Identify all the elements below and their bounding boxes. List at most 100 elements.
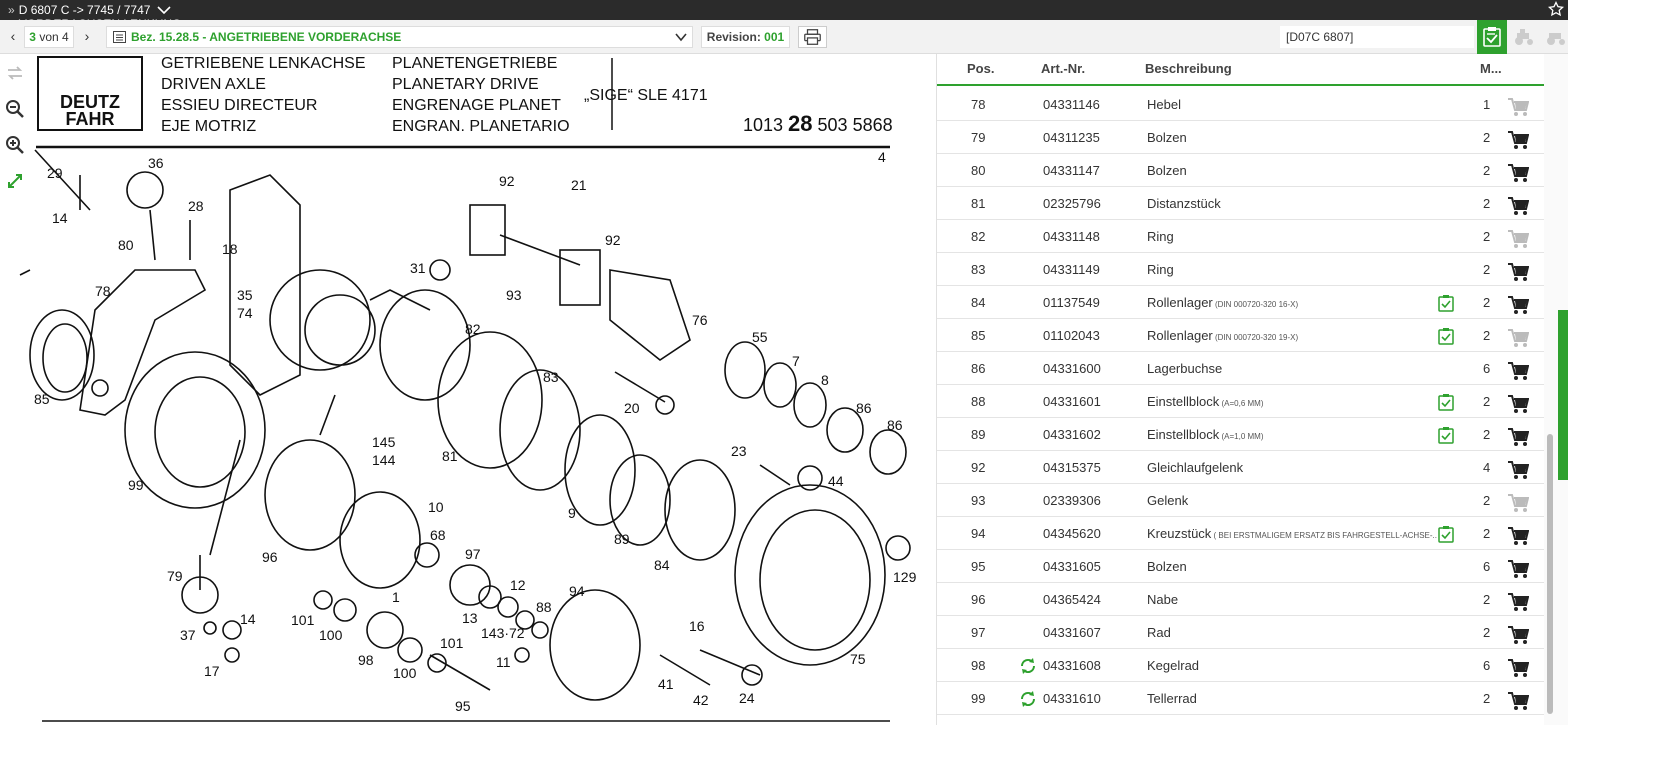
table-row[interactable]: 93 02339306 Gelenk 2: [937, 484, 1544, 517]
cart-icon[interactable]: [1507, 163, 1530, 183]
chevron-down-icon[interactable]: [55, 0, 71, 2]
callout-label[interactable]: 144: [372, 452, 396, 468]
callout-label[interactable]: 78: [95, 283, 111, 299]
callout-label[interactable]: 13: [462, 610, 478, 626]
row-article-number[interactable]: 02339306: [1043, 493, 1101, 508]
tractor-icon[interactable]: [1513, 26, 1535, 48]
callout-label[interactable]: 86: [887, 417, 903, 433]
callout-label[interactable]: 35: [237, 287, 253, 303]
callout-label[interactable]: 92: [605, 232, 621, 248]
cart-icon[interactable]: [1507, 295, 1530, 315]
cart-icon[interactable]: [1507, 526, 1530, 546]
callout-label[interactable]: 101: [440, 635, 464, 651]
row-article-number[interactable]: 04315375: [1043, 460, 1101, 475]
callout-label[interactable]: 18: [222, 241, 238, 257]
chevron-right-icon[interactable]: ›: [80, 28, 94, 44]
cart-icon[interactable]: [1507, 394, 1530, 414]
table-row[interactable]: 83 04331149 Ring 2: [937, 253, 1544, 286]
row-article-number[interactable]: 04331610: [1043, 691, 1101, 706]
cart-icon[interactable]: [1507, 658, 1530, 678]
table-row[interactable]: 81 02325796 Distanzstück 2: [937, 187, 1544, 220]
callout-label[interactable]: 11: [496, 654, 511, 670]
clipboard-check-icon[interactable]: [1437, 393, 1455, 411]
callout-label[interactable]: 20: [624, 400, 640, 416]
clipboard-check-icon[interactable]: [1437, 426, 1455, 444]
row-article-number[interactable]: 01102043: [1043, 328, 1100, 343]
callout-label[interactable]: 1: [392, 589, 400, 605]
row-article-number[interactable]: 04331148: [1043, 229, 1100, 244]
print-button[interactable]: [798, 26, 827, 48]
callout-label[interactable]: 85: [34, 391, 50, 407]
callout-label[interactable]: 100: [393, 665, 417, 681]
table-row[interactable]: 79 04311235 Bolzen 2: [937, 121, 1544, 154]
callout-label[interactable]: 92: [499, 173, 515, 189]
callout-label[interactable]: 42: [693, 692, 709, 708]
table-row[interactable]: 94 04345620 Kreuzstück ( BEI ERSTMALIGEM E…: [937, 517, 1544, 550]
callout-label[interactable]: 101: [291, 612, 315, 628]
clipboard-check-icon[interactable]: [1437, 294, 1455, 312]
sync-icon[interactable]: [1019, 690, 1037, 708]
table-row[interactable]: 82 04331148 Ring 2: [937, 220, 1544, 253]
header-qty[interactable]: M...: [1480, 61, 1502, 76]
clipboard-button[interactable]: [1477, 20, 1507, 54]
callout-label[interactable]: 31: [410, 260, 426, 276]
callout-label[interactable]: 80: [118, 237, 134, 253]
row-article-number[interactable]: 04365424: [1043, 592, 1101, 607]
callout-label[interactable]: 12: [510, 577, 526, 593]
callout-label[interactable]: 129: [893, 569, 917, 585]
chevron-down-icon[interactable]: [156, 4, 172, 16]
cart-icon[interactable]: [1507, 130, 1530, 150]
callout-label[interactable]: 7: [792, 353, 800, 369]
callout-label[interactable]: 99: [128, 477, 144, 493]
row-article-number[interactable]: 04331149: [1043, 262, 1100, 277]
header-art[interactable]: Art.-Nr.: [1041, 61, 1085, 76]
cart-icon[interactable]: [1507, 229, 1530, 249]
breadcrumb-item[interactable]: » D 6807 C -> 7745 / 7747: [8, 3, 203, 17]
sync-icon[interactable]: [1019, 657, 1037, 675]
callout-label[interactable]: 8: [821, 372, 829, 388]
callout-label[interactable]: 37: [180, 627, 196, 643]
table-row[interactable]: 88 04331601 Einstellblock (A=0,6 MM) 2: [937, 385, 1544, 418]
chevron-left-icon[interactable]: ‹: [6, 28, 20, 44]
callout-label[interactable]: 96: [262, 549, 278, 565]
tractor-icon[interactable]: [1545, 26, 1567, 48]
callout-label[interactable]: 10: [428, 499, 444, 515]
callout-label[interactable]: 55: [752, 329, 768, 345]
row-article-number[interactable]: 04311235: [1043, 130, 1100, 145]
callout-label[interactable]: 36: [148, 155, 164, 171]
callout-label[interactable]: 86: [856, 400, 872, 416]
table-row[interactable]: 99 04331610 Tellerrad 2: [937, 682, 1544, 715]
callout-label[interactable]: 16: [689, 618, 705, 634]
callout-label[interactable]: 89: [614, 531, 630, 547]
row-article-number[interactable]: 02325796: [1043, 196, 1101, 211]
cart-icon[interactable]: [1507, 460, 1530, 480]
side-panel-tab[interactable]: [1558, 310, 1568, 480]
table-row[interactable]: 80 04331147 Bolzen 2: [937, 154, 1544, 187]
callout-label[interactable]: 24: [739, 690, 755, 706]
row-article-number[interactable]: 04331602: [1043, 427, 1101, 442]
row-article-number[interactable]: 04345620: [1043, 526, 1101, 541]
callout-label[interactable]: 74: [237, 305, 253, 321]
table-row[interactable]: 97 04331607 Rad 2: [937, 616, 1544, 649]
cart-icon[interactable]: [1507, 691, 1530, 711]
callout-label[interactable]: 23: [731, 443, 747, 459]
breadcrumb-label[interactable]: D 6807 C -> 7745 / 7747: [19, 3, 151, 17]
callout-label[interactable]: 21: [571, 177, 587, 193]
row-article-number[interactable]: 01137549: [1043, 295, 1100, 310]
search-input[interactable]: [1280, 26, 1474, 48]
callout-label[interactable]: 29: [47, 165, 63, 181]
callout-label[interactable]: 79: [167, 568, 183, 584]
callout-label[interactable]: 28: [188, 198, 204, 214]
callout-label[interactable]: 83: [543, 369, 559, 385]
callout-label[interactable]: 93: [506, 287, 522, 303]
document-select[interactable]: Bez. 15.28.5 - ANGETRIEBENE VORDERACHSE: [106, 26, 693, 48]
header-pos[interactable]: Pos.: [967, 61, 994, 76]
callout-label[interactable]: 98: [358, 652, 374, 668]
callout-label[interactable]: 88: [536, 599, 552, 615]
callout-label[interactable]: 84: [654, 557, 670, 573]
row-article-number[interactable]: 04331608: [1043, 658, 1101, 673]
star-icon[interactable]: [1548, 1, 1564, 17]
scrollbar-thumb[interactable]: [1547, 434, 1553, 714]
clipboard-check-icon[interactable]: [1437, 327, 1455, 345]
row-article-number[interactable]: 04331600: [1043, 361, 1101, 376]
